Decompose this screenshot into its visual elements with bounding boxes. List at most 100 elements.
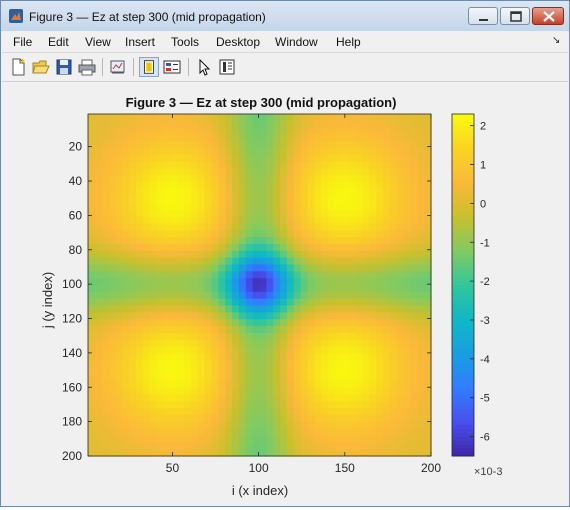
heatmap-cell	[177, 332, 185, 341]
heatmap-cell	[238, 428, 247, 437]
maximize-button[interactable]	[500, 7, 530, 25]
heatmap-cell	[142, 141, 151, 149]
colorbar-swatch	[452, 307, 474, 313]
heatmap-cell	[238, 367, 247, 375]
heatmap-cell	[94, 202, 103, 211]
menu-view[interactable]: View	[85, 35, 111, 49]
heatmap-cell	[204, 435, 213, 443]
heatmap-cell	[225, 209, 233, 218]
heatmap-cell	[149, 216, 158, 225]
heatmap-cell	[136, 305, 144, 313]
heatmap-cell	[108, 421, 117, 430]
heatmap-cell	[389, 250, 398, 259]
menu-desktop[interactable]: Desktop	[216, 35, 260, 49]
heatmap-cell	[266, 339, 274, 348]
heatmap-cell	[389, 332, 398, 341]
heatmap-cell	[280, 182, 288, 190]
heatmap-cell	[170, 360, 178, 368]
heatmap-cell	[129, 332, 137, 341]
heatmap-cell	[417, 182, 425, 190]
heatmap-cell	[163, 387, 171, 396]
y-tick-label: 120	[62, 312, 82, 326]
heatmap-cell	[163, 134, 171, 142]
heatmap-cell	[396, 175, 405, 183]
new-figure-icon[interactable]	[8, 57, 28, 77]
print-icon[interactable]	[77, 57, 97, 77]
show-plot-tools-icon[interactable]	[162, 57, 182, 77]
dock-arrow-icon[interactable]: ↘	[552, 35, 560, 46]
heatmap-cell	[280, 155, 288, 163]
minimize-button[interactable]	[468, 7, 498, 25]
link-plot-icon[interactable]	[108, 57, 128, 77]
heatmap-cell	[424, 196, 432, 204]
menu-tools[interactable]: Tools	[171, 35, 199, 49]
close-button[interactable]	[532, 7, 564, 25]
open-file-icon[interactable]	[31, 57, 51, 77]
heatmap-cell	[218, 449, 226, 457]
heatmap-cell	[238, 414, 247, 423]
heatmap-cell	[314, 223, 322, 231]
heatmap-cell	[129, 243, 137, 252]
heatmap-cell	[259, 421, 267, 430]
menu-edit[interactable]: Edit	[48, 35, 69, 49]
heatmap-cell	[321, 237, 329, 245]
heatmap-cell	[321, 127, 329, 136]
heatmap-cell	[417, 141, 425, 149]
heatmap-cell	[177, 298, 185, 307]
heatmap-cell	[156, 271, 165, 279]
save-icon[interactable]	[54, 57, 74, 77]
heatmap-cell	[314, 202, 322, 211]
heatmap-cell	[115, 428, 123, 437]
heatmap-cell	[252, 285, 261, 293]
heatmap-cell	[156, 408, 165, 416]
heatmap-cell	[396, 414, 405, 423]
heatmap-cell	[355, 278, 363, 286]
hide-plot-tools-icon[interactable]	[139, 57, 159, 77]
heatmap-cell	[88, 367, 96, 375]
heatmap-cell	[252, 127, 261, 136]
heatmap-cell	[211, 243, 219, 252]
heatmap-cell	[355, 414, 363, 423]
heatmap-cell	[190, 312, 199, 320]
heatmap-cell	[101, 216, 110, 225]
heatmap-cell	[156, 312, 165, 320]
title-bar[interactable]: Figure 3 — Ez at step 300 (mid propagati…	[1, 1, 569, 31]
menu-file[interactable]: File	[13, 35, 32, 49]
heatmap-cell	[190, 127, 199, 136]
heatmap-cell	[190, 237, 199, 245]
heatmap-cell	[129, 120, 137, 129]
heatmap-cell	[382, 346, 391, 354]
heatmap-cell	[300, 175, 309, 183]
heatmap-cell	[122, 305, 130, 313]
heatmap-cell	[197, 360, 206, 368]
heatmap-cell	[238, 435, 247, 443]
heatmap-cell	[225, 428, 233, 437]
heatmap-cell	[259, 278, 267, 286]
menu-help[interactable]: Help	[336, 35, 361, 49]
heatmap-cell	[177, 264, 185, 272]
heatmap-cell	[417, 257, 425, 266]
heatmap-cell	[273, 401, 281, 409]
menu-window[interactable]: Window	[275, 35, 318, 49]
heatmap-image[interactable]	[88, 114, 432, 457]
heatmap-cell	[273, 380, 281, 389]
heatmap-cell	[225, 339, 233, 348]
colorbar[interactable]	[451, 113, 475, 457]
insert-colorbar-icon[interactable]	[217, 57, 237, 77]
heatmap-plot[interactable]: Figure 3 — Ez at step 300 (mid propagati…	[2, 82, 568, 505]
heatmap-cell	[314, 312, 322, 320]
heatmap-cell	[286, 291, 295, 300]
heatmap-cell	[300, 449, 309, 457]
heatmap-cell	[115, 312, 123, 320]
heatmap-cell	[218, 141, 226, 149]
heatmap-cell	[362, 373, 370, 382]
edit-plot-arrow-icon[interactable]	[194, 57, 214, 77]
menu-insert[interactable]: Insert	[125, 35, 155, 49]
heatmap-cell	[204, 271, 213, 279]
heatmap-cell	[376, 360, 384, 368]
heatmap-cell	[424, 332, 432, 341]
heatmap-cell	[177, 243, 185, 252]
heatmap-cell	[101, 421, 110, 430]
heatmap-cell	[362, 278, 370, 286]
heatmap-cell	[252, 291, 261, 300]
